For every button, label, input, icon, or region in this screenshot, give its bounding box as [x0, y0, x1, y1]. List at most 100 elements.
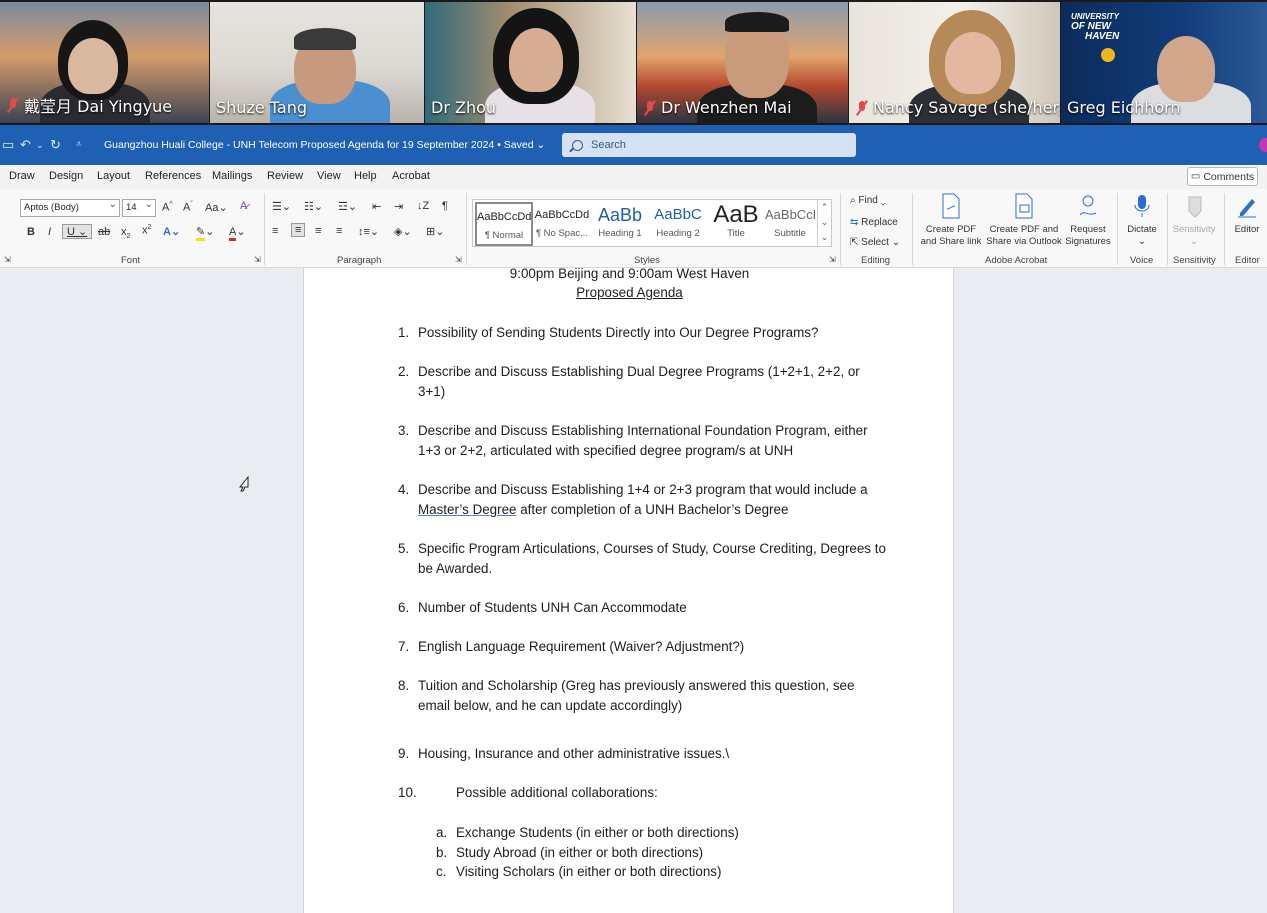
redo-icon[interactable]: ↻ [50, 137, 61, 153]
bold-button[interactable]: B [27, 226, 35, 238]
font-name-select[interactable]: Aptos (Body) [20, 197, 120, 217]
tab-layout[interactable]: Layout [97, 170, 130, 182]
signature-icon [1079, 195, 1097, 216]
shrink-font-button[interactable]: Aˇ [183, 201, 193, 214]
participant-tile-dai-yingyue[interactable]: 戴莹月 Dai Yingyue [0, 2, 209, 123]
find-button[interactable]: ⌕ Find ⌄ [850, 195, 885, 206]
style-normal[interactable]: AaBbCcDd ¶ Normal [475, 202, 533, 246]
ribbon-separator [466, 193, 467, 265]
font-size-select[interactable]: 14 [122, 197, 156, 217]
align-right-icon[interactable]: ≡ [315, 225, 321, 237]
ribbon-separator [264, 193, 265, 265]
tab-acrobat[interactable]: Acrobat [392, 170, 430, 182]
numbering-icon[interactable]: ☷⌄ [304, 200, 323, 213]
comments-button[interactable]: ▭ Comments [1187, 167, 1258, 186]
sensitivity-button[interactable]: Sensitivity ⌄ [1170, 193, 1218, 248]
tab-mailings[interactable]: Mailings [212, 170, 252, 182]
participant-tile-nancy-savage[interactable]: Nancy Savage (she/her/... [849, 2, 1060, 123]
font-dialog-launcher-icon-2[interactable]: ⇲ [254, 255, 261, 264]
tab-review[interactable]: Review [267, 170, 303, 182]
borders-icon[interactable]: ⊞⌄ [426, 225, 444, 238]
customize-toolbar-icon[interactable]: ⩡ [76, 139, 82, 150]
multilevel-list-icon[interactable]: ☲⌄ [338, 200, 357, 213]
find-icon: ⌕ [850, 195, 856, 206]
mic-muted-icon [643, 100, 657, 116]
strikethrough-button[interactable]: ab [98, 226, 110, 238]
style-heading-2[interactable]: AaBbC Heading 2 [649, 202, 707, 246]
italic-button[interactable]: I [48, 226, 51, 238]
ribbon-separator [840, 193, 841, 265]
bullets-icon[interactable]: ☰⌄ [272, 200, 291, 213]
document-canvas[interactable]: 9:00pm Beijing and 9:00am West Haven Pro… [0, 266, 1267, 913]
tab-design[interactable]: Design [49, 170, 83, 182]
document-title[interactable]: Guangzhou Huali College - UNH Telecom Pr… [104, 139, 545, 151]
select-button[interactable]: ⇱ Select ⌄ [850, 237, 900, 248]
create-pdf-share-outlook-button[interactable]: Create PDF and Share via Outlook [985, 193, 1063, 248]
styles-dialog-launcher-icon[interactable]: ⇲ [829, 255, 836, 264]
editor-pen-icon [1238, 199, 1256, 218]
show-formatting-icon[interactable]: ¶ [442, 200, 448, 212]
document-page[interactable]: 9:00pm Beijing and 9:00am West Haven Pro… [303, 266, 954, 913]
undo-dropdown-icon[interactable]: ⌄ [36, 140, 44, 151]
undo-icon[interactable]: ↶ [20, 137, 31, 153]
spellcheck-flagged-text[interactable]: Master’s Degree [418, 502, 517, 517]
sensitivity-group-label: Sensitivity [1173, 255, 1216, 266]
meeting-time-line: 9:00pm Beijing and 9:00am West Haven [509, 266, 750, 281]
tab-references[interactable]: References [145, 170, 201, 182]
align-center-icon[interactable]: ≡ [291, 223, 306, 237]
paragraph-dialog-launcher-icon[interactable]: ⇲ [455, 255, 462, 264]
editing-group-label: Editing [861, 255, 891, 266]
styles-gallery: AaBbCcDd ¶ Normal AaBbCcDd ¶ No Spac... … [472, 199, 832, 247]
seal-icon [1101, 48, 1115, 62]
style-subtitle[interactable]: AaBbCcD Subtitle [765, 202, 815, 246]
request-signatures-button[interactable]: Request Signatures [1064, 193, 1112, 248]
grow-font-button[interactable]: A^ [162, 201, 173, 214]
justify-icon[interactable]: ≡ [336, 225, 342, 237]
editor-button[interactable]: Editor [1228, 193, 1266, 236]
participant-tile-shuze-tang[interactable]: Shuze Tang [210, 2, 424, 123]
more-styles-icon[interactable]: ⌄ [821, 232, 829, 242]
participant-tile-dr-zhou[interactable]: Dr Zhou [425, 2, 636, 123]
style-no-spacing[interactable]: AaBbCcDd ¶ No Spac... [533, 202, 591, 246]
ribbon-separator [1224, 193, 1225, 265]
pdf-outlook-icon [1015, 193, 1033, 219]
scroll-down-icon[interactable]: ⌄ [821, 217, 829, 227]
university-logo: UNIVERSITY OF NEW HAVEN [1071, 12, 1119, 62]
replace-button[interactable]: ⇆ Replace [850, 217, 898, 228]
change-case-button[interactable]: Aa⌄ [205, 201, 228, 214]
text-effects-icon[interactable]: A⌄ [163, 225, 180, 238]
font-color-icon[interactable]: A⌄ [229, 225, 246, 241]
create-pdf-share-link-button[interactable]: Create PDF and Share link [918, 193, 984, 248]
ribbon-separator [1117, 193, 1118, 265]
participant-tile-greg-eichhorn[interactable]: UNIVERSITY OF NEW HAVEN Greg Eichhorn [1061, 2, 1267, 123]
clear-formatting-icon[interactable]: A̷ [240, 200, 247, 212]
superscript-button[interactable]: x2 [142, 224, 151, 237]
tab-draw[interactable]: Draw [9, 170, 35, 182]
underline-button[interactable]: U ⌄ [62, 224, 93, 239]
decrease-indent-icon[interactable]: ⇤ [372, 200, 381, 213]
style-title[interactable]: AaB Title [707, 202, 765, 246]
increase-indent-icon[interactable]: ⇥ [394, 200, 403, 213]
microphone-icon [1134, 195, 1150, 217]
dictate-button[interactable]: Dictate ⌄ [1122, 193, 1162, 248]
save-icon[interactable]: ▭ [2, 137, 14, 153]
tab-help[interactable]: Help [354, 170, 377, 182]
style-heading-1[interactable]: AaBb Heading 1 [591, 202, 649, 246]
highlight-color-icon[interactable]: ✎⌄ [196, 225, 214, 241]
styles-scroll-controls[interactable]: ⌃ ⌄ ⌄ [817, 200, 831, 246]
subscript-button[interactable]: x2 [121, 226, 130, 240]
participant-name: Dr Zhou [431, 98, 497, 117]
ribbon-separator [1167, 193, 1168, 265]
account-avatar[interactable] [1259, 138, 1267, 152]
scroll-up-icon[interactable]: ⌃ [821, 202, 829, 212]
participant-name: 戴莹月 Dai Yingyue [6, 93, 172, 117]
line-spacing-icon[interactable]: ↕≡⌄ [358, 225, 379, 238]
search-input[interactable]: Search [562, 133, 856, 157]
search-icon [572, 139, 583, 151]
align-left-icon[interactable]: ≡ [272, 225, 278, 237]
shading-icon[interactable]: ◈⌄ [394, 225, 412, 238]
sort-icon[interactable]: ↓Z [417, 200, 429, 212]
participant-tile-dr-wenzhen-mai[interactable]: Dr Wenzhen Mai [637, 2, 848, 123]
tab-view[interactable]: View [317, 170, 341, 182]
font-dialog-launcher-icon[interactable]: ⇲ [4, 255, 11, 264]
